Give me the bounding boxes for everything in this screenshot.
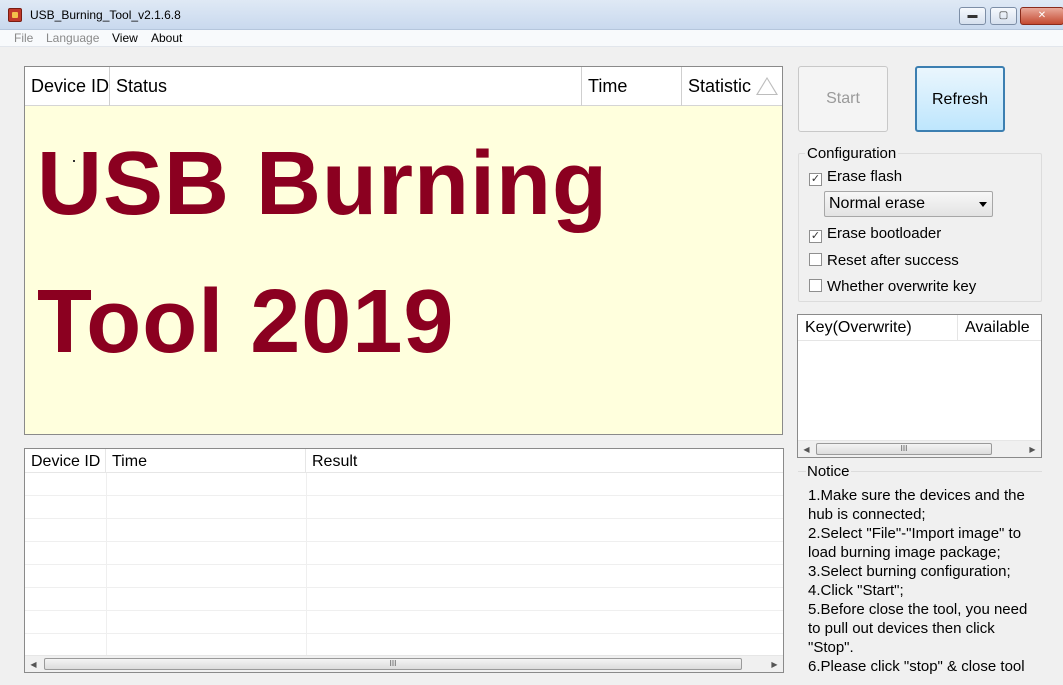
title-bar: USB_Burning_Tool_v2.1.6.8 ▬ ▢ ✕ [0,0,1063,30]
scroll-thumb[interactable]: III [816,443,992,455]
erase-flash-checkbox[interactable]: ✓ Erase flash [809,168,902,186]
menu-view[interactable]: View [112,31,138,45]
close-button[interactable]: ✕ [1020,7,1063,25]
column-key-overwrite[interactable]: Key(Overwrite) [798,315,958,341]
reset-after-success-check-icon [809,253,822,266]
column-status[interactable]: Status [110,67,582,106]
maximize-button[interactable]: ▢ [990,7,1017,25]
erase-bootloader-label: Erase bootloader [827,225,942,242]
column-available[interactable]: Available [958,315,1041,341]
overwrite-key-label: Whether overwrite key [827,278,977,295]
erase-bootloader-check-icon: ✓ [809,230,822,243]
erase-bootloader-checkbox[interactable]: ✓ Erase bootloader [809,225,941,243]
scroll-left-icon[interactable]: ◀ [25,656,42,672]
window-title: USB_Burning_Tool_v2.1.6.8 [30,8,181,22]
refresh-button[interactable]: Refresh [915,66,1005,132]
table-row[interactable] [25,542,783,565]
table-row[interactable] [25,611,783,634]
column-device-id[interactable]: Device ID [25,67,110,106]
table-row[interactable] [25,496,783,519]
table-row[interactable] [25,519,783,542]
table-row[interactable] [25,588,783,611]
key-list[interactable]: Key(Overwrite) Available ◀ III ▶ [797,314,1042,458]
reset-after-success-label: Reset after success [827,252,959,269]
erase-mode-value: Normal erase [829,195,926,212]
result-list[interactable]: Device ID Time Result ◀ III ▶ [24,448,784,673]
column-time[interactable]: Time [582,67,682,106]
banner-line-1: USB Burning [37,134,608,234]
erase-mode-select[interactable]: Normal erase [824,191,993,217]
overwrite-key-checkbox[interactable]: Whether overwrite key [809,278,976,295]
table-row[interactable] [25,634,783,657]
column-result[interactable]: Result [306,449,783,473]
device-list[interactable]: Device ID Status Time Statistic USB Burn… [24,66,783,435]
scroll-right-icon[interactable]: ▶ [1024,441,1041,457]
scroll-left-icon[interactable]: ◀ [798,441,815,457]
key-list-scrollbar[interactable]: ◀ III ▶ [798,440,1041,457]
menu-file[interactable]: File [14,31,33,45]
menu-language[interactable]: Language [46,31,99,45]
table-row[interactable] [25,473,783,496]
column-result-time[interactable]: Time [106,449,306,473]
notice-title: Notice [806,463,851,480]
menu-bar: File Language View About [0,30,1063,47]
notice-text: 1.Make sure the devices and the hub is c… [808,487,1028,674]
configuration-title: Configuration [805,145,899,162]
device-list-header: Device ID Status Time Statistic [25,67,782,106]
column-result-device-id[interactable]: Device ID [25,449,106,473]
start-button[interactable]: Start [798,66,888,132]
banner-line-2: Tool 2019 [37,272,455,372]
table-row[interactable] [25,565,783,588]
column-statistic[interactable]: Statistic [682,67,782,106]
scroll-right-icon[interactable]: ▶ [766,656,783,672]
overwrite-key-check-icon [809,279,822,292]
result-list-scrollbar[interactable]: ◀ III ▶ [25,655,783,672]
scroll-thumb[interactable]: III [44,658,742,670]
erase-flash-check-icon: ✓ [809,173,822,186]
app-icon [8,8,22,22]
menu-about[interactable]: About [151,31,182,45]
erase-flash-label: Erase flash [827,168,903,185]
minimize-button[interactable]: ▬ [959,7,986,25]
reset-after-success-checkbox[interactable]: Reset after success [809,252,959,269]
sort-ascending-icon [756,77,778,95]
configuration-group: Configuration ✓ Erase flash ✓ Erase bootlo… [798,145,1042,302]
column-statistic-label: Statistic [688,76,752,96]
chevron-down-icon [979,202,987,207]
